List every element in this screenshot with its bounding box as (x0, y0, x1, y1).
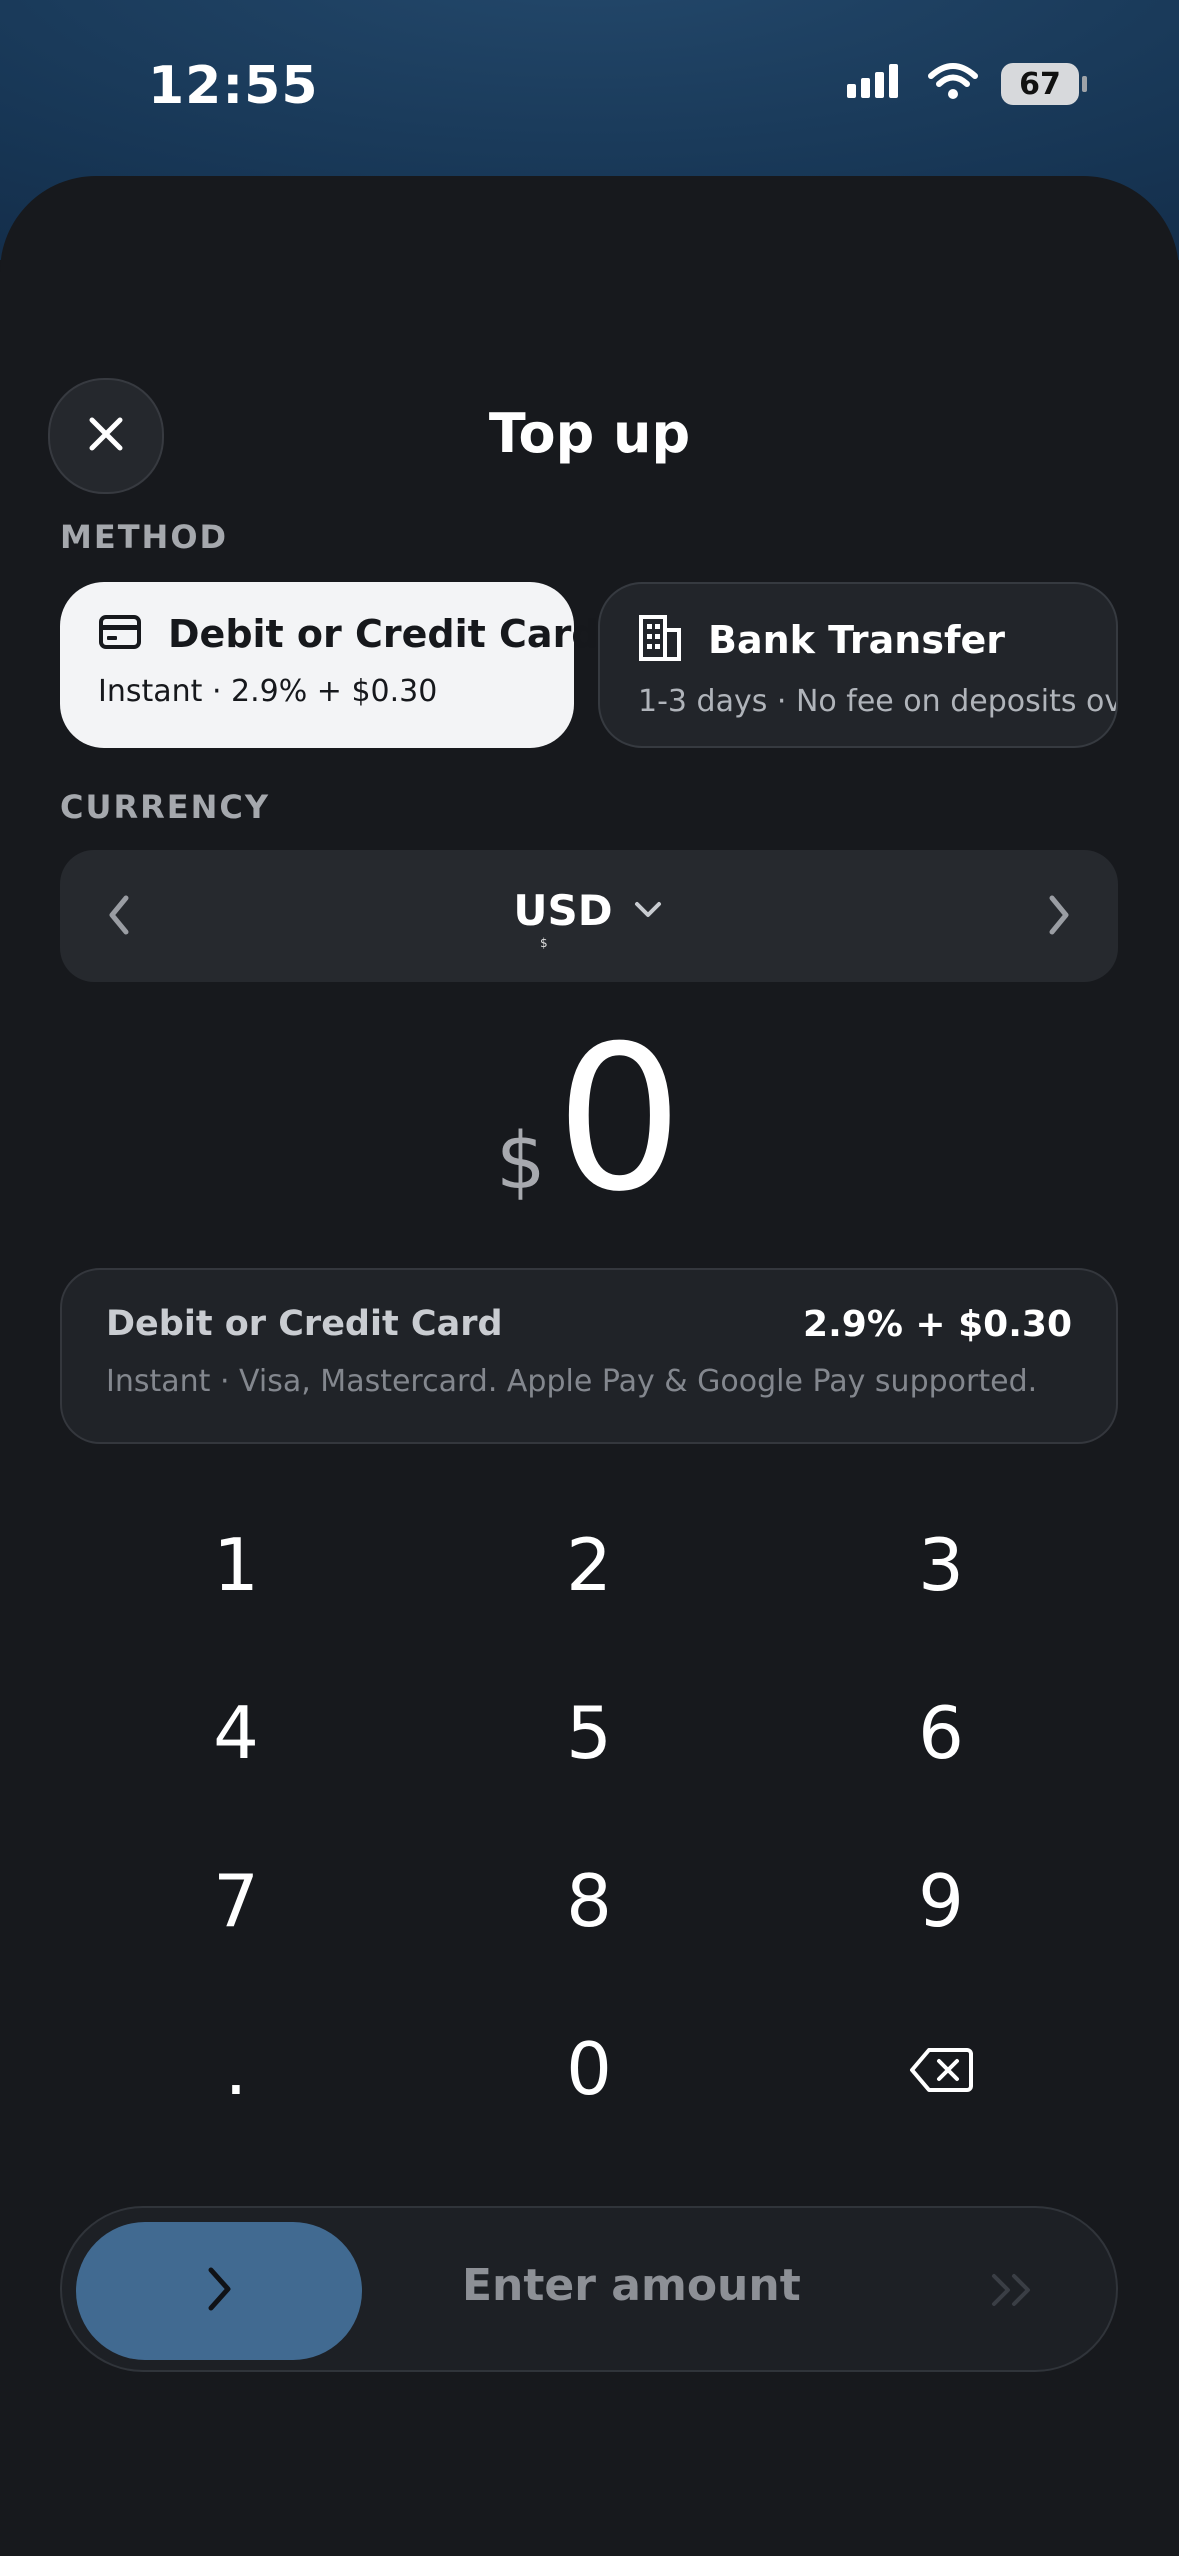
info-subtitle: Instant · Visa, Mastercard. Apple Pay & … (106, 1364, 1038, 1399)
key-decimal[interactable]: . (86, 1994, 386, 2144)
credit-card-icon (98, 614, 142, 654)
key-8[interactable]: 8 (439, 1826, 739, 1976)
key-6[interactable]: 6 (791, 1658, 1091, 1808)
signal-icon (845, 62, 905, 106)
method-card-title: Debit or Credit Card (168, 612, 599, 656)
info-fee: 2.9% + $0.30 (803, 1304, 1072, 1345)
swipe-to-confirm[interactable]: Enter amount (60, 2206, 1118, 2372)
page-title: Top up (488, 402, 691, 465)
battery-level: 67 (1019, 66, 1061, 102)
building-icon (638, 614, 682, 666)
key-4[interactable]: 4 (86, 1658, 386, 1808)
key-1[interactable]: 1 (86, 1490, 386, 1640)
key-5[interactable]: 5 (439, 1658, 739, 1808)
slider-label: Enter amount (462, 2260, 801, 2311)
method-bank-subtitle: 1-3 days · No fee on deposits over (638, 684, 1118, 719)
status-bar: 12:55 67 (0, 0, 1179, 170)
slider-handle[interactable] (76, 2222, 362, 2360)
backspace-icon (909, 2027, 973, 2111)
double-chevron-icon (988, 2270, 1038, 2314)
key-3[interactable]: 3 (791, 1490, 1091, 1640)
currency-label: CURRENCY (60, 788, 271, 826)
chevron-right-icon[interactable] (1044, 890, 1074, 944)
status-icons: 67 (845, 62, 1087, 106)
currency-mini-symbol: $ (540, 936, 548, 950)
currency-dropdown[interactable]: USD (60, 886, 1118, 935)
key-2[interactable]: 2 (439, 1490, 739, 1640)
amount-display: $0 (0, 1020, 1179, 1220)
method-info-card: Debit or Credit Card 2.9% + $0.30 Instan… (60, 1268, 1118, 1444)
amount-value: 0 (555, 1003, 683, 1236)
battery-indicator: 67 (1001, 63, 1087, 105)
currency-code: USD (513, 886, 613, 935)
currency-selector[interactable]: $ USD (60, 850, 1118, 982)
method-label: METHOD (60, 518, 229, 556)
backspace-key[interactable] (791, 1994, 1091, 2144)
chevron-right-icon (201, 2262, 237, 2320)
method-card-subtitle: Instant · 2.9% + $0.30 (98, 674, 438, 709)
wifi-icon (927, 62, 979, 106)
method-bank-title: Bank Transfer (708, 618, 1006, 662)
key-0[interactable]: 0 (439, 1994, 739, 2144)
key-9[interactable]: 9 (791, 1826, 1091, 1976)
chevron-down-icon (631, 897, 665, 925)
method-option-bank[interactable]: Bank Transfer 1-3 days · No fee on depos… (598, 582, 1118, 748)
method-option-card[interactable]: Debit or Credit Card Instant · 2.9% + $0… (60, 582, 599, 748)
status-time: 12:55 (148, 56, 319, 116)
key-7[interactable]: 7 (86, 1826, 386, 1976)
amount-currency-symbol: $ (496, 1117, 546, 1207)
